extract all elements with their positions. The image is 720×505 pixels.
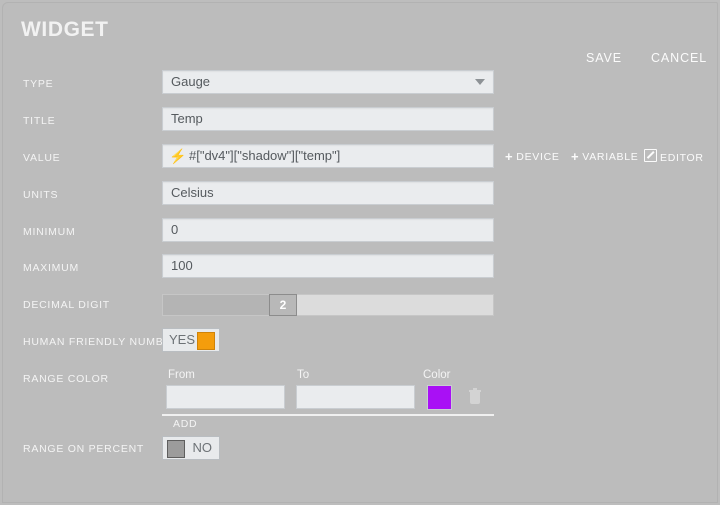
human-friendly-number-value: YES (169, 332, 196, 347)
slider-fill (163, 295, 279, 315)
range-color-to-input[interactable] (296, 385, 415, 409)
lightning-bolt-icon: ⚡ (169, 148, 187, 164)
range-on-percent-toggle[interactable]: NO (162, 436, 220, 460)
units-input[interactable]: Celsius (162, 181, 494, 205)
range-on-percent-label: RANGE ON PERCENT (23, 443, 145, 455)
maximum-label: MAXIMUM (23, 262, 79, 274)
range-color-divider (162, 414, 494, 416)
type-label: TYPE (23, 78, 54, 90)
widget-settings-dialog: WIDGET SAVE CANCEL TYPE Gauge TITLE Temp… (2, 2, 718, 503)
toggle-swatch (167, 440, 185, 458)
add-device-button[interactable]: + DEVICE (505, 149, 560, 164)
minimum-input[interactable]: 0 (162, 218, 494, 242)
trash-icon[interactable] (469, 388, 481, 404)
units-label: UNITS (23, 189, 59, 201)
range-color-from-input[interactable] (166, 385, 285, 409)
cancel-button[interactable]: CANCEL (651, 51, 707, 65)
decimal-digit-slider[interactable]: 2 (162, 294, 494, 316)
minimum-input-value: 0 (171, 222, 179, 237)
maximum-input-value: 100 (171, 258, 193, 273)
trash-can (470, 392, 480, 404)
type-select-value: Gauge (171, 74, 211, 89)
add-variable-label: VARIABLE (582, 151, 639, 163)
units-input-value: Celsius (171, 185, 214, 200)
pencil-square-icon (644, 149, 657, 162)
title-input[interactable]: Temp (162, 107, 494, 131)
editor-button[interactable]: EDITOR (644, 149, 704, 164)
value-input-value: #["dv4"]["shadow"]["temp"] (189, 148, 341, 163)
value-label: VALUE (23, 152, 61, 164)
plus-icon: + (571, 149, 580, 164)
range-color-color-header: Color (423, 369, 451, 381)
range-color-from-header: From (168, 369, 195, 381)
title-input-value: Temp (171, 111, 203, 126)
maximum-input[interactable]: 100 (162, 254, 494, 278)
type-select[interactable]: Gauge (162, 70, 494, 94)
chevron-down-icon (475, 79, 485, 85)
human-friendly-number-toggle[interactable]: YES (162, 328, 220, 352)
range-color-add-button[interactable]: ADD (173, 418, 197, 430)
decimal-digit-label: DECIMAL DIGIT (23, 299, 110, 311)
title-label: TITLE (23, 115, 56, 127)
range-color-swatch[interactable] (427, 385, 452, 410)
toggle-swatch (197, 332, 215, 350)
add-device-label: DEVICE (516, 151, 560, 163)
editor-label: EDITOR (660, 152, 704, 164)
value-input[interactable]: #["dv4"]["shadow"]["temp"] (162, 144, 494, 168)
human-friendly-number-label: HUMAN FRIENDLY NUMBER (23, 336, 180, 348)
plus-icon: + (505, 149, 514, 164)
save-button[interactable]: SAVE (586, 51, 622, 65)
range-color-label: RANGE COLOR (23, 373, 109, 385)
range-on-percent-value: NO (192, 440, 213, 455)
range-color-to-header: To (297, 369, 310, 381)
dialog-header: WIDGET SAVE CANCEL (3, 3, 717, 65)
add-variable-button[interactable]: + VARIABLE (571, 149, 638, 164)
minimum-label: MINIMUM (23, 226, 76, 238)
slider-handle[interactable]: 2 (269, 294, 297, 316)
page-title: WIDGET (21, 18, 109, 41)
